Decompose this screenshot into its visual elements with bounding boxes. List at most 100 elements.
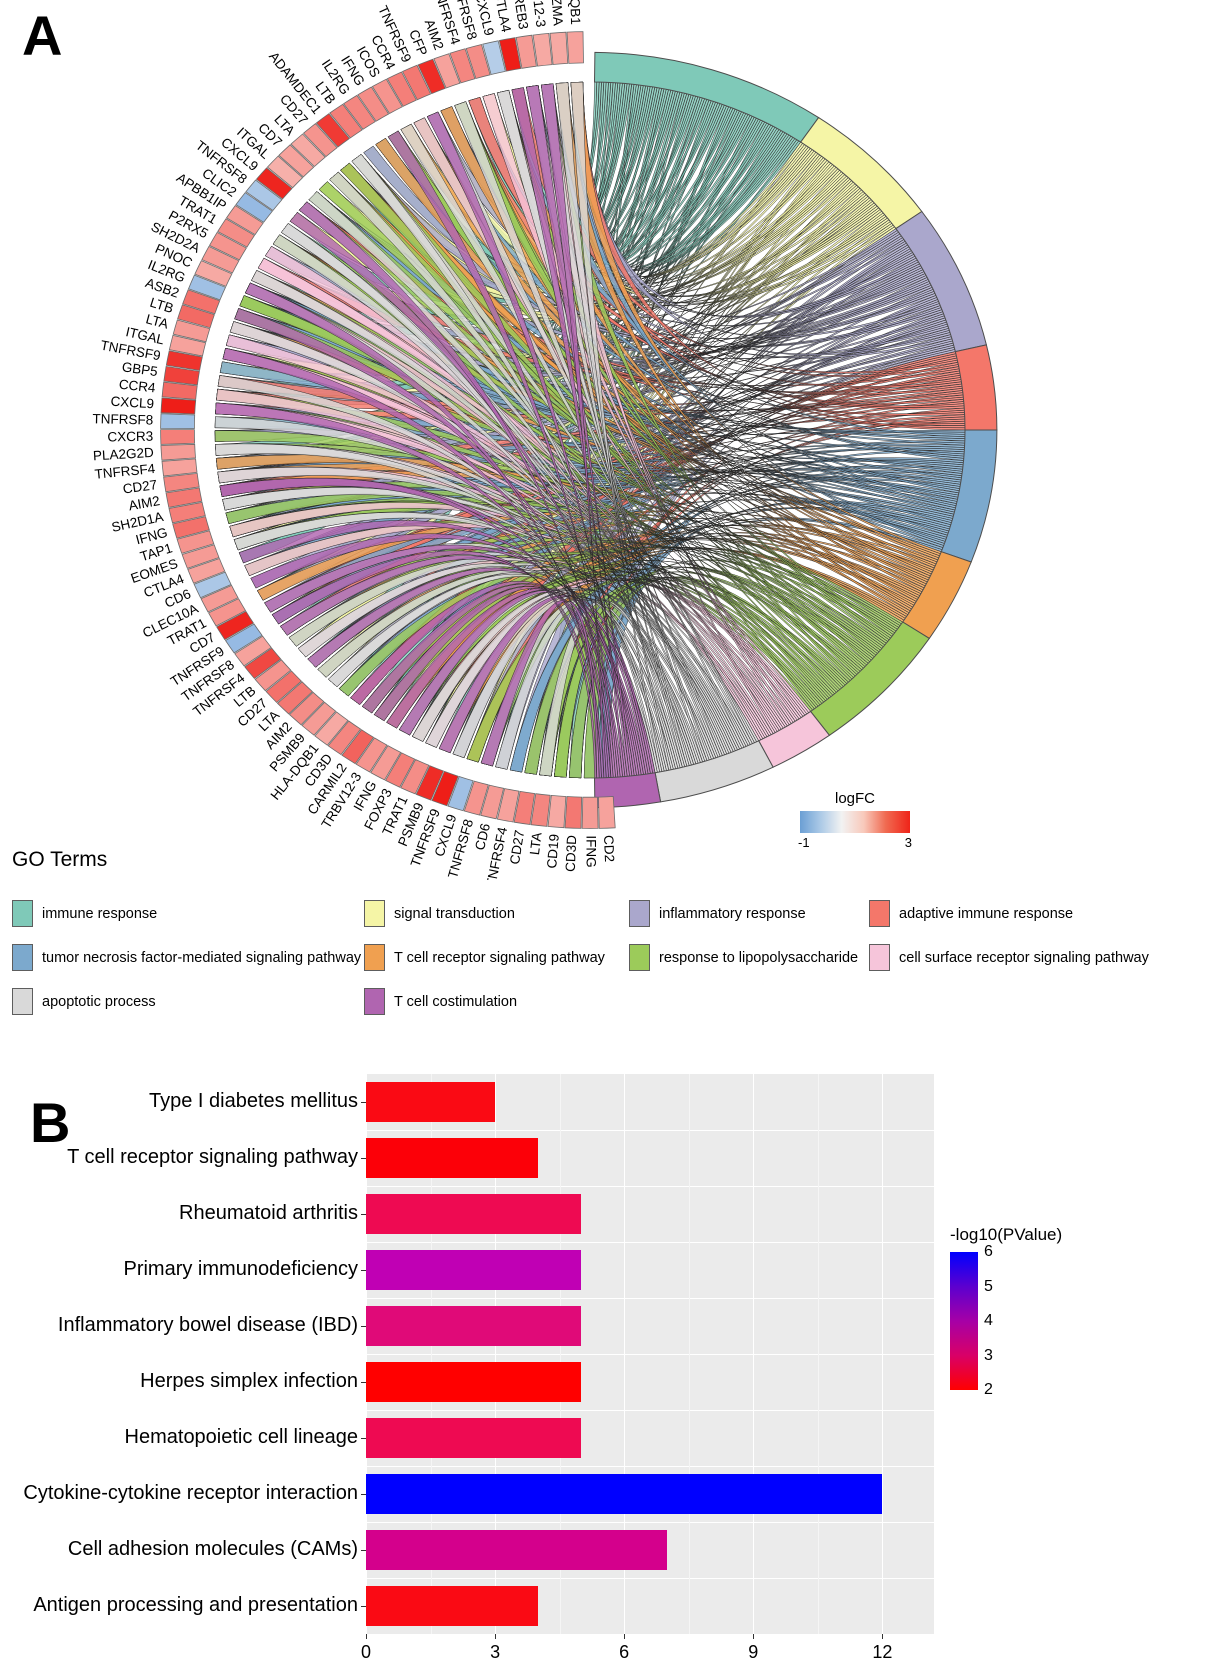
y-axis-tick (361, 1214, 366, 1215)
go-legend-row: tumor necrosis factor-mediated signaling… (12, 944, 1202, 971)
logfc-legend: logFC -1 3 (785, 790, 925, 850)
go-legend-label: inflammatory response (659, 905, 806, 922)
gene-tile (160, 429, 196, 445)
go-legend-label: response to lipopolysaccharide (659, 949, 859, 966)
go-legend-item: adaptive immune response (869, 900, 1169, 927)
y-axis-tick (361, 1102, 366, 1103)
bar (366, 1306, 582, 1346)
gene-tile (160, 413, 196, 430)
grid-line-vertical (753, 1074, 755, 1634)
grid-line-horizontal (366, 1298, 934, 1299)
bar (366, 1474, 883, 1514)
gene-tile (161, 458, 198, 477)
go-legend-item: cell surface receptor signaling pathway (869, 944, 1169, 971)
go-legend-item: T cell costimulation (364, 988, 629, 1015)
x-axis-tick-label: 0 (360, 1642, 372, 1662)
go-legend-row: apoptotic process T cell costimulation (12, 988, 1202, 1015)
logfc-tick-min: -1 (798, 835, 810, 850)
go-legend-item: inflammatory response (629, 900, 869, 927)
bar (366, 1194, 582, 1234)
pvalue-legend-tick: 4 (984, 1312, 993, 1329)
go-legend-swatch (629, 944, 650, 971)
gene-label: GBP5 (121, 359, 159, 379)
go-legend-swatch (629, 900, 650, 927)
y-axis-tick (361, 1382, 366, 1383)
go-legend-swatch (12, 900, 33, 927)
go-legend-label: T cell receptor signaling pathway (394, 949, 605, 966)
chord-diagram-svg: HLA-DQB1GZMATRBV12-3VPREB3CTLA4CXCL9TNFR… (92, 0, 998, 880)
grid-line-horizontal (366, 1522, 934, 1523)
grid-line-vertical (882, 1074, 884, 1634)
x-axis-tick (624, 1634, 626, 1639)
gene-tile (598, 796, 616, 829)
bar-category-label: T cell receptor signaling pathway (67, 1146, 358, 1168)
y-axis-tick (361, 1438, 366, 1439)
bar-category-label: Inflammatory bowel disease (IBD) (57, 1314, 358, 1336)
bar-category-label: Cell adhesion molecules (CAMs) (67, 1538, 358, 1560)
x-axis-tick-label: 9 (748, 1642, 759, 1662)
gene-label: IFNG (584, 835, 599, 867)
x-axis-tick-label: 3 (490, 1642, 501, 1662)
go-legend-label: tumor necrosis factor-mediated signaling… (42, 949, 362, 966)
grid-line-horizontal (366, 1578, 934, 1579)
bar (366, 1418, 582, 1458)
gene-label: CCR4 (118, 377, 157, 396)
go-terms-heading: GO Terms (12, 848, 108, 871)
grid-line-horizontal (366, 1242, 934, 1243)
grid-line-vertical-minor (817, 1074, 819, 1634)
bar-category-label: Antigen processing and presentation (33, 1594, 358, 1616)
gene-tile (566, 31, 584, 64)
gene-tile (161, 381, 198, 400)
grid-line-horizontal (366, 1186, 934, 1187)
bar-category-label: Primary immunodeficiency (123, 1258, 358, 1280)
bar-category-label: Herpes simplex infection (140, 1370, 358, 1392)
go-legend-label: T cell costimulation (394, 993, 518, 1010)
gene-label: CD6 (472, 822, 493, 852)
go-legend-label: immune response (42, 905, 158, 922)
pvalue-color-bar (950, 1252, 978, 1390)
gene-label: CXCL9 (110, 394, 154, 412)
y-axis-tick (361, 1270, 366, 1271)
y-axis-tick (361, 1326, 366, 1327)
grid-line-horizontal (366, 1130, 934, 1131)
logfc-legend-title: logFC (834, 790, 875, 807)
gene-label: GZMA (548, 0, 566, 26)
go-legend-swatch (869, 944, 890, 971)
grid-line-horizontal (366, 1354, 934, 1355)
gene-label: PLA2G2D (93, 445, 155, 463)
x-axis-tick-label: 6 (619, 1642, 630, 1662)
bar (366, 1250, 582, 1290)
pvalue-legend-bar-wrap: 6 5 4 3 2 (950, 1243, 1110, 1398)
pvalue-legend-tick: 3 (984, 1346, 993, 1364)
go-legend-item: T cell receptor signaling pathway (364, 944, 629, 971)
go-legend-item: immune response (12, 900, 364, 927)
y-axis-tick (361, 1550, 366, 1551)
go-terms-legend: immune response signal transduction inflam… (12, 900, 1202, 1032)
pvalue-legend-tick: 5 (984, 1277, 993, 1295)
gene-label: CD27 (507, 829, 527, 865)
y-axis-tick (361, 1494, 366, 1495)
gene-label: CD3D (563, 835, 579, 873)
go-legend-item: tumor necrosis factor-mediated signaling… (12, 944, 364, 971)
go-legend-swatch (12, 944, 33, 971)
pvalue-legend-tick: 2 (984, 1381, 993, 1398)
go-legend-item: response to lipopolysaccharide (629, 944, 869, 971)
logfc-color-bar (800, 811, 910, 833)
go-legend-swatch (364, 988, 385, 1015)
go-legend-swatch (869, 900, 890, 927)
grid-line-horizontal (366, 1410, 934, 1411)
bar (366, 1362, 582, 1402)
panel-a-chord-diagram: A HLA-DQB1GZMATRBV12-3VPREB3CTLA4CXCL9TN… (0, 0, 1206, 1015)
gene-label: LTA (527, 831, 545, 855)
pvalue-legend-tick: 6 (984, 1243, 993, 1260)
bar-category-label: Hematopoietic cell lineage (124, 1426, 358, 1448)
y-axis-tick (361, 1158, 366, 1159)
pvalue-legend-title: -log10(PValue) (950, 1225, 1063, 1244)
go-legend-swatch (364, 944, 385, 971)
go-legend-label: apoptotic process (42, 993, 156, 1010)
x-axis-tick (366, 1634, 367, 1639)
bar (366, 1586, 539, 1626)
x-axis-tick-label: 12 (872, 1642, 893, 1662)
go-legend-item: signal transduction (364, 900, 629, 927)
y-axis-tick (361, 1606, 366, 1607)
